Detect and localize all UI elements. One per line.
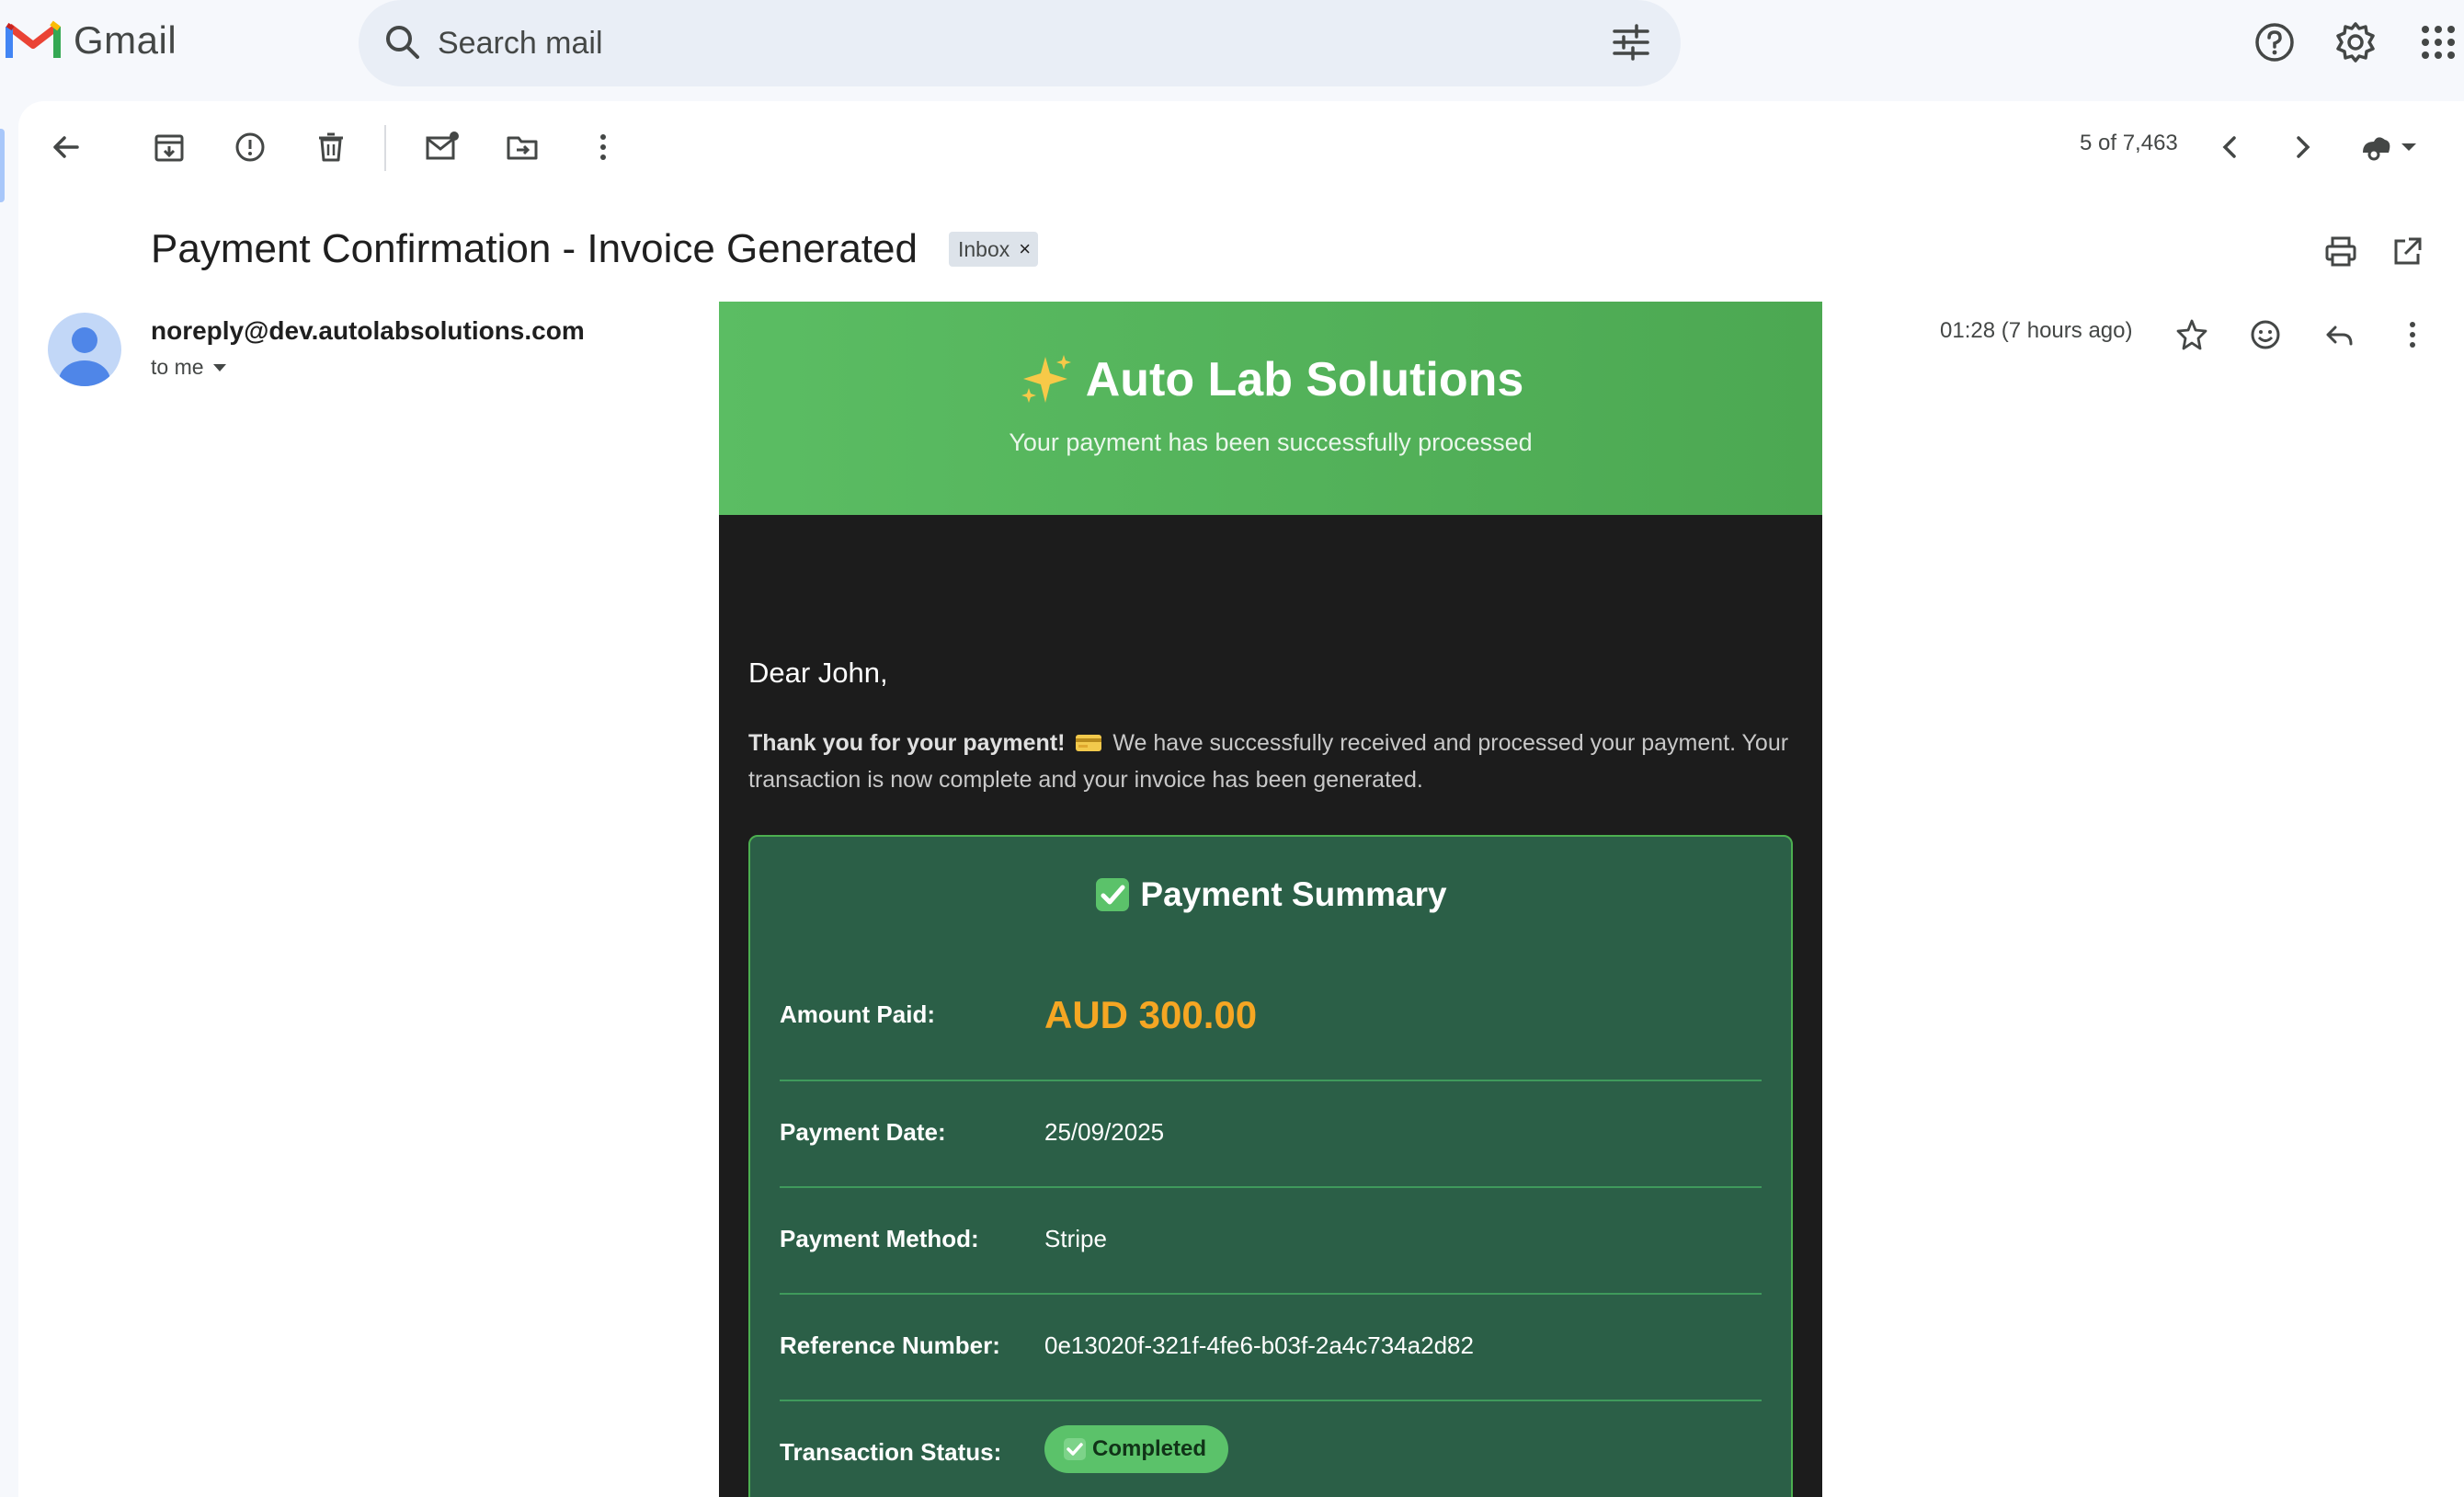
gmail-logo-icon xyxy=(6,20,61,58)
check-mark-icon xyxy=(1064,1438,1086,1460)
input-tools-button[interactable] xyxy=(2356,129,2422,166)
intro-bold: Thank you for your payment! xyxy=(748,730,1066,756)
summary-row-reference: Reference Number: 0e13020f-321f-4fe6-b03… xyxy=(780,1295,1762,1401)
default-avatar-icon xyxy=(59,327,110,386)
email-hero-banner: Auto Lab Solutions Your payment has been… xyxy=(719,302,1822,515)
check-mark-icon xyxy=(1096,878,1130,911)
summary-row-status: Transaction Status: Completed xyxy=(780,1401,1762,1497)
recipient-details[interactable]: to me xyxy=(151,355,228,380)
hero-subtitle: Your payment has been successfully proce… xyxy=(1009,429,1533,456)
chevron-left-icon xyxy=(2222,136,2236,158)
nav-indicator xyxy=(0,129,5,202)
archive-button[interactable] xyxy=(151,129,188,166)
email-body: Auto Lab Solutions Your payment has been… xyxy=(719,302,1822,1497)
toolbar-divider xyxy=(384,125,386,171)
received-time: 01:28 (7 hours ago) xyxy=(1940,318,2133,343)
star-icon xyxy=(2176,319,2207,350)
intro-paragraph: Thank you for your payment! We have succ… xyxy=(748,725,1793,798)
input-tools-icon xyxy=(2363,137,2416,161)
status-badge: Completed xyxy=(1044,1425,1229,1473)
email-subject: Payment Confirmation - Invoice Generated xyxy=(151,226,918,271)
mark-unread-icon xyxy=(426,131,459,160)
caret-down-icon xyxy=(212,363,226,371)
row-label: Transaction Status: xyxy=(780,1438,1002,1466)
star-button[interactable] xyxy=(2173,316,2210,353)
print-icon xyxy=(2325,236,2356,267)
gmail-wordmark: Gmail xyxy=(74,18,177,62)
company-title: Auto Lab Solutions xyxy=(719,302,1822,408)
move-to-icon xyxy=(507,136,538,160)
amount-paid-value: AUD 300.00 xyxy=(1044,993,1258,1036)
summary-row-date: Payment Date: 25/09/2025 xyxy=(780,1081,1762,1188)
sender-email[interactable]: noreply@dev.autolabsolutions.com xyxy=(151,316,585,346)
label-chip-text: Inbox xyxy=(958,236,1010,261)
delete-icon xyxy=(319,132,343,162)
greeting: Dear John, xyxy=(748,657,888,689)
summary-row-method: Payment Method: Stripe xyxy=(780,1188,1762,1295)
back-button[interactable] xyxy=(48,129,85,166)
sparkles-icon xyxy=(1021,355,1071,403)
summary-row-amount: Amount Paid: AUD 300.00 xyxy=(780,975,1762,1081)
credit-card-icon xyxy=(1076,735,1102,751)
row-label: Reference Number: xyxy=(780,1331,1000,1359)
pagination-count: 5 of 7,463 xyxy=(2080,131,2178,155)
settings-icon[interactable] xyxy=(2333,20,2378,64)
payment-method-value: Stripe xyxy=(1044,1225,1107,1252)
search-input[interactable] xyxy=(436,13,1543,74)
status-badge-text: Completed xyxy=(1092,1436,1207,1461)
emoji-react-icon xyxy=(2251,320,2280,349)
report-spam-icon xyxy=(235,132,265,162)
summary-title-text: Payment Summary xyxy=(1140,875,1447,913)
filter-options-icon[interactable] xyxy=(1609,20,1653,64)
company-name: Auto Lab Solutions xyxy=(1085,353,1524,406)
report-spam-button[interactable] xyxy=(232,129,268,166)
row-label: Payment Method: xyxy=(780,1225,979,1252)
remove-label-icon[interactable]: × xyxy=(1019,237,1031,261)
open-in-new-window-icon xyxy=(2394,237,2422,265)
payment-date-value: 25/09/2025 xyxy=(1044,1118,1165,1146)
summary-title: Payment Summary xyxy=(750,875,1791,914)
more-vert-icon xyxy=(600,134,606,160)
back-arrow-icon xyxy=(53,136,79,158)
open-in-new-window-button[interactable] xyxy=(2389,234,2425,270)
apps-grid-icon[interactable] xyxy=(2416,20,2460,64)
reference-number-value: 0e13020f-321f-4fe6-b03f-2a4c734a2d82 xyxy=(1044,1331,1474,1359)
print-button[interactable] xyxy=(2322,234,2359,270)
chevron-right-icon xyxy=(2297,136,2310,158)
gmail-logo[interactable]: Gmail xyxy=(6,18,177,63)
search-bar[interactable] xyxy=(359,0,1681,86)
label-chip-inbox[interactable]: Inbox × xyxy=(949,232,1039,267)
row-label: Payment Date: xyxy=(780,1118,946,1146)
mark-unread-button[interactable] xyxy=(423,129,460,166)
newer-message-button[interactable] xyxy=(2212,129,2249,166)
row-label: Amount Paid: xyxy=(780,1000,935,1028)
top-bar: Gmail xyxy=(0,0,2464,101)
more-actions-button[interactable] xyxy=(585,129,622,166)
add-reaction-button[interactable] xyxy=(2247,316,2284,353)
archive-icon xyxy=(154,134,184,162)
search-icon[interactable] xyxy=(381,20,425,64)
more-message-options-button[interactable] xyxy=(2394,316,2431,353)
delete-button[interactable] xyxy=(313,129,349,166)
move-to-button[interactable] xyxy=(504,129,541,166)
older-message-button[interactable] xyxy=(2284,129,2321,166)
sender-avatar[interactable] xyxy=(48,313,121,386)
recipient-text: to me xyxy=(151,355,204,379)
payment-summary-card: Payment Summary Amount Paid: AUD 300.00 … xyxy=(748,835,1793,1497)
reply-icon xyxy=(2326,326,2353,346)
help-icon[interactable] xyxy=(2253,20,2297,64)
more-vert-icon xyxy=(2410,322,2415,348)
reply-button[interactable] xyxy=(2321,316,2357,353)
